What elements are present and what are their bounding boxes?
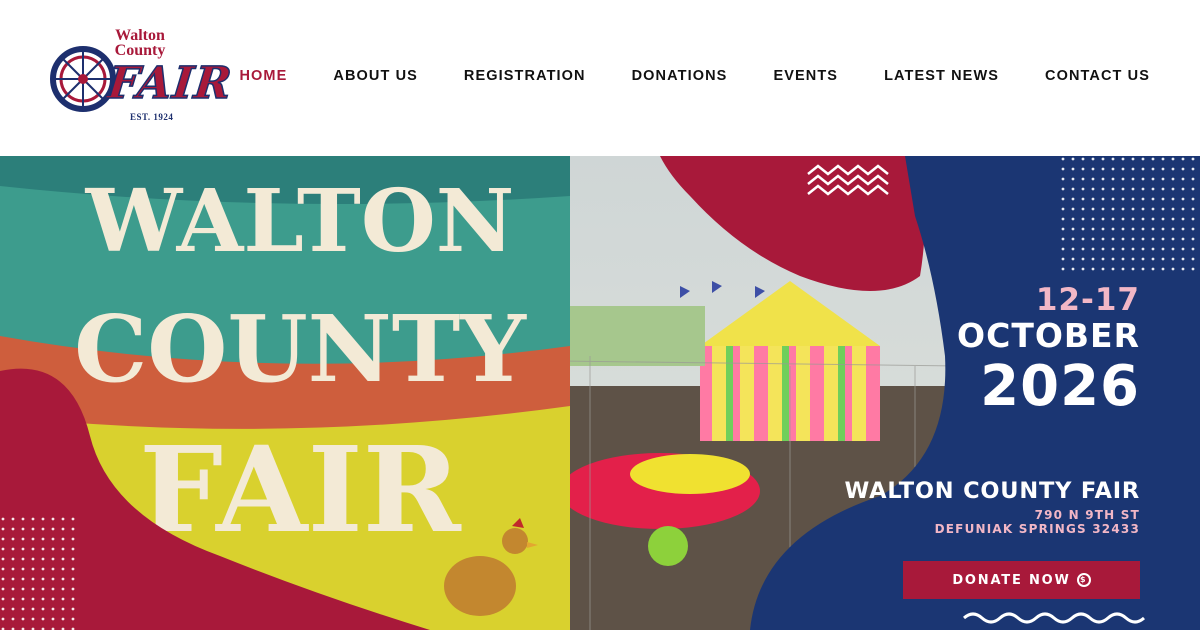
event-address: 790 N 9TH ST DEFUNIAK SPRINGS 32433 [935, 508, 1140, 536]
nav-events[interactable]: EVENTS [773, 68, 838, 84]
address-street: 790 N 9TH ST [1034, 508, 1140, 522]
event-day-range: 12-17 [1035, 282, 1140, 318]
dot-pattern-bottom-left [0, 516, 80, 630]
nav-registration[interactable]: REGISTRATION [464, 68, 586, 84]
donate-label: DONATE NOW [952, 572, 1071, 588]
nav-latest-news[interactable]: LATEST NEWS [884, 68, 999, 84]
nav-contact-us[interactable]: CONTACT US [1045, 68, 1150, 84]
logo-established: EST. 1924 [130, 112, 174, 122]
event-dates: 12-17 OCTOBER 2026 [957, 284, 1140, 418]
mural-text-county: COUNTY [74, 295, 527, 403]
coin-icon: $ [1076, 573, 1091, 587]
mural-text-fair: FAIR [139, 420, 462, 559]
address-city: DEFUNIAK SPRINGS 32433 [934, 522, 1140, 536]
dot-pattern-top-right [1060, 156, 1200, 276]
event-year: 2026 [980, 354, 1140, 419]
event-month: OCTOBER [957, 316, 1140, 355]
hero-banner: WALTON COUNTY FAIR 12-17 OCTOBER 2026 WA… [0, 156, 1200, 630]
event-name: WALTON COUNTY FAIR [844, 478, 1140, 504]
nav-home[interactable]: HOME [239, 68, 287, 84]
main-nav: HOME ABOUT US REGISTRATION DONATIONS EVE… [193, 68, 1150, 84]
logo-top-text: Walton County [114, 27, 166, 59]
site-header: Walton County FAIR EST. 1924 HOME ABOUT … [0, 0, 1200, 156]
nav-about-us[interactable]: ABOUT US [333, 68, 418, 84]
nav-donations[interactable]: DONATIONS [632, 68, 728, 84]
donate-now-button[interactable]: DONATE NOW $ [903, 561, 1140, 599]
mural-text-walton: WALTON [85, 171, 515, 272]
